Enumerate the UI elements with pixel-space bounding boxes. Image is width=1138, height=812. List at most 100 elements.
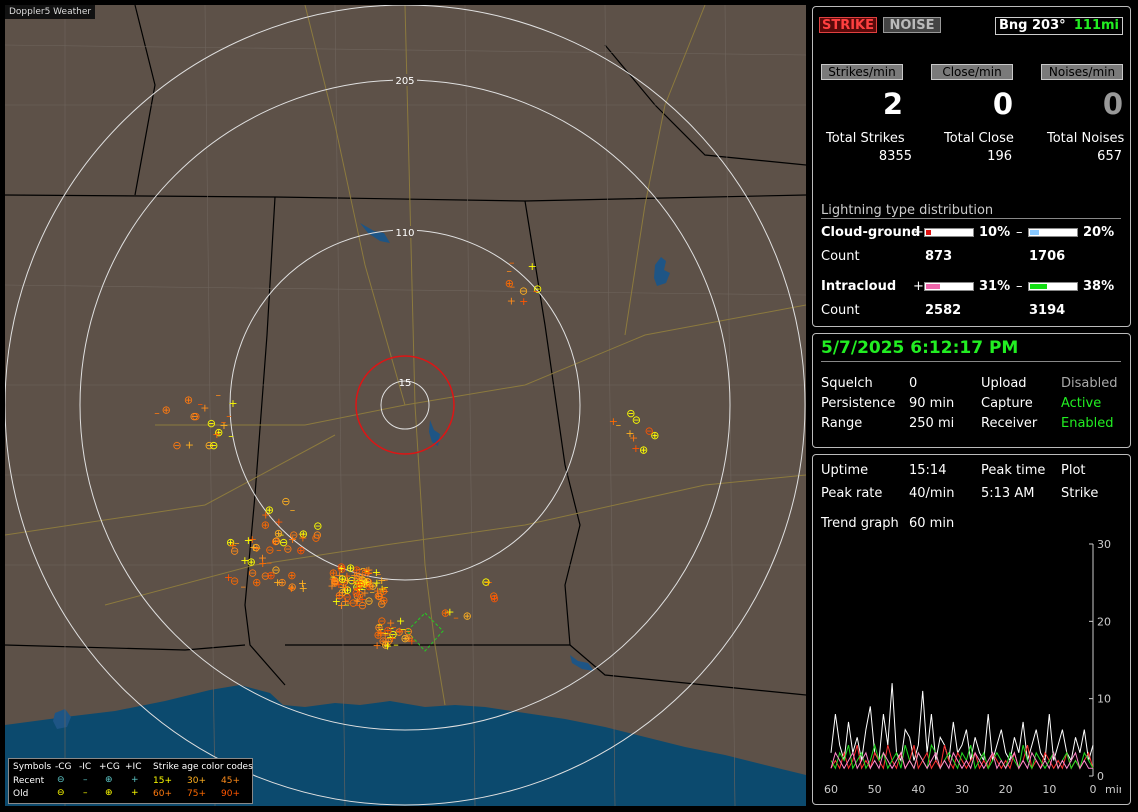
strike-symbol: ⊖ [272, 535, 281, 548]
strike-symbol: ⊖ [311, 531, 320, 544]
strike-symbol: ⊖ [230, 574, 239, 587]
strike-tab[interactable]: STRIKE [819, 17, 877, 33]
strike-symbol: – [216, 388, 222, 401]
distribution-title: Lightning type distribution [821, 203, 1121, 219]
legend-age-15: 15+ [153, 776, 172, 786]
strikes-per-min-button[interactable]: Strikes/min [821, 64, 903, 80]
cg-neg-bar [1028, 228, 1078, 237]
ic-neg-bar-fill [1030, 284, 1047, 289]
lightning-map[interactable]: 205 110 15 + ⊖ ⊖ + – ⊖ + – + ⊖ ⊖ + ⊕ + ⊕ – – + ⊖ ⊕ – ⊕ – ⊖ – – ⊕ ⊖ +… [5, 5, 806, 806]
strike-symbol: ⊖ [337, 561, 346, 574]
strike-symbol: ⊕ [639, 443, 648, 456]
noises-per-min-value: 0 [1102, 87, 1123, 121]
capture-value: Active [1061, 396, 1102, 411]
legend-recent-neg-cg-icon: ⊖ [57, 775, 65, 785]
strike-symbol: + [528, 260, 537, 273]
legend-age-30: 30+ [187, 776, 206, 786]
trend-x-tick-label: 10 [1042, 783, 1056, 796]
strike-symbol: + [228, 397, 237, 410]
bearing-box: Bng 203° 111mi [995, 17, 1123, 35]
persistence-label: Persistence [821, 396, 896, 411]
map-canvas[interactable]: 205 110 15 +⊖⊖+–⊖+ –+⊖⊖+⊕+⊕ ––+⊖ ⊕–⊕–⊖––⊕⊖+… [5, 5, 806, 806]
noise-tab[interactable]: NOISE [883, 17, 941, 33]
strike-symbol: ⊕ [505, 277, 514, 290]
legend-old-neg-ic-icon: – [83, 788, 88, 798]
strike-symbol: + [200, 401, 209, 414]
app-title: Doppler5 Weather [5, 5, 96, 19]
strike-symbol: – [240, 580, 246, 593]
squelch-value: 0 [909, 376, 918, 391]
strike-stats-panel: STRIKE NOISE Bng 203° 111mi Strikes/min … [812, 6, 1131, 327]
ic-pos-count: 2582 [925, 303, 962, 318]
strike-symbol: + [341, 581, 350, 594]
legend-recent-label: Recent [13, 776, 45, 786]
ring-label-205: 205 [395, 76, 414, 87]
total-strikes-value: 8355 [878, 149, 912, 164]
legend-old-neg-cg-icon: ⊖ [57, 788, 65, 798]
strike-symbol: ⊕ [463, 609, 472, 622]
strike-symbol: ⊖ [281, 495, 290, 508]
peak-rate-label: Peak rate [821, 486, 883, 501]
ic-pos-bar [924, 282, 974, 291]
trend-y-tick-label: 0 [1097, 770, 1104, 783]
strike-symbol: ⊖ [375, 590, 384, 603]
strikes-per-min-value: 2 [882, 87, 903, 121]
strike-symbol: + [519, 295, 528, 308]
strike-symbol: + [261, 508, 270, 521]
ic-pos-pct: 31% [979, 279, 1011, 294]
legend-recent-pos-cg-icon: ⊕ [105, 775, 113, 785]
trend-graph: 30201006050403020100min [824, 540, 1121, 796]
cg-pos-bar-fill [926, 230, 931, 235]
cg-pos-count: 873 [925, 249, 953, 264]
ic-count-label: Count [821, 303, 860, 318]
cg-pos-pct: 10% [979, 225, 1011, 240]
noises-per-min-button[interactable]: Noises/min [1041, 64, 1123, 80]
cloud-ground-label: Cloud-ground [821, 225, 921, 240]
strike-symbol: ⊖ [645, 425, 654, 438]
trend-y-tick-label: 10 [1097, 693, 1111, 706]
trend-panel: Uptime 15:14 Peak time Plot Peak rate 40… [812, 454, 1131, 805]
trend-x-tick-label: 0 [1090, 783, 1097, 796]
strike-symbol: + [299, 582, 308, 595]
legend-recent-neg-ic-icon: – [83, 775, 88, 785]
strike-symbol: – [533, 284, 539, 297]
peak-time-value: 5:13 AM [981, 486, 1035, 501]
legend-age-title: Strike age color codes [153, 762, 253, 772]
plot-value[interactable]: Strike [1061, 486, 1098, 501]
strike-symbol: ⊕ [361, 566, 370, 579]
legend-old-pos-cg-icon: ⊕ [105, 788, 113, 798]
ic-neg-pct: 38% [1083, 279, 1115, 294]
cg-neg-count: 1706 [1029, 249, 1066, 264]
lake [429, 420, 440, 446]
strike-symbol: – [453, 611, 459, 624]
cg-neg-bar-fill [1030, 230, 1039, 235]
trend-y-tick-label: 30 [1097, 540, 1111, 551]
strike-symbol: + [507, 294, 516, 307]
map-legend: Symbols -CG -IC +CG +IC Strike age color… [8, 758, 253, 804]
strike-symbol: – [226, 410, 232, 423]
highways [5, 5, 806, 706]
total-close-label: Total Close [944, 131, 1014, 146]
distance-value: 111mi [1073, 18, 1119, 33]
upload-value: Disabled [1061, 376, 1118, 391]
strike-symbol: – [267, 556, 273, 569]
strike-symbol: – [290, 504, 296, 517]
strike-symbol: ⊕ [296, 544, 305, 557]
strike-symbol: ⊕ [288, 580, 297, 593]
peak-time-label: Peak time [981, 463, 1046, 478]
strike-symbol: + [185, 439, 194, 452]
strike-symbol: ⊖ [172, 439, 181, 452]
trend-x-tick-label: 30 [955, 783, 969, 796]
cg-neg-pct: 20% [1083, 225, 1115, 240]
close-per-min-button[interactable]: Close/min [931, 64, 1013, 80]
total-strikes-label: Total Strikes [826, 131, 905, 146]
strike-symbol: ⊖ [189, 410, 198, 423]
cg-count-label: Count [821, 249, 860, 264]
strike-symbol: – [506, 264, 512, 277]
strike-symbol: ⊕ [184, 393, 193, 406]
ring-label-15: 15 [399, 378, 412, 389]
strike-symbol: + [288, 533, 297, 546]
ic-neg-bar [1028, 282, 1078, 291]
trend-x-tick-label: 50 [868, 783, 882, 796]
strike-symbol: ⊕ [490, 592, 499, 605]
